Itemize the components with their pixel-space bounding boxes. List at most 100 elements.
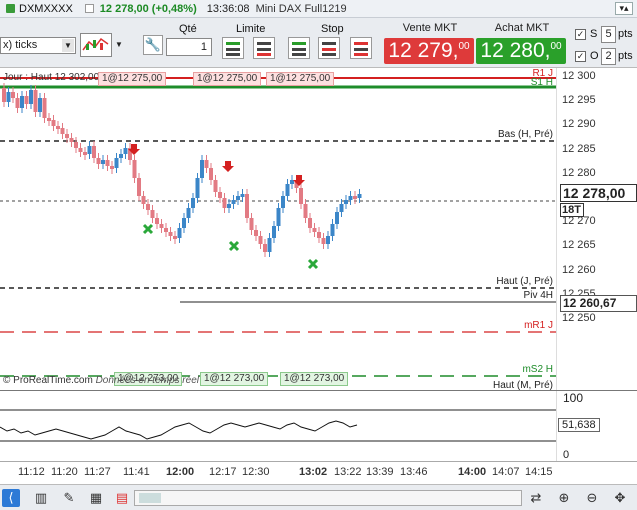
link-toggle[interactable] — [84, 4, 94, 13]
candle — [321, 238, 326, 244]
s-stepper[interactable]: 5 — [601, 26, 616, 43]
time-axis[interactable]: 11:12 11:20 11:27 11:41 12:00 12:17 12:3… — [0, 461, 637, 481]
scrollbar-thumb[interactable] — [139, 493, 161, 503]
candle — [69, 138, 74, 142]
wrench-icon[interactable]: 🔧 — [143, 35, 163, 55]
candle — [272, 226, 276, 238]
window-size-button[interactable]: ▾▴ — [615, 2, 633, 15]
sell-market-label: Vente MKT — [402, 22, 458, 34]
buy-cross — [307, 258, 319, 270]
tick-count-box: 18T — [560, 203, 584, 217]
order-tag-top-2[interactable]: 1@12 275,00 — [193, 72, 262, 86]
candle — [209, 168, 213, 180]
candle — [137, 178, 141, 196]
status-bar: ⟨ ▥ ✎ ▦ ▤ ⇄ ⊕ ⊖ ✥ — [0, 484, 637, 510]
toolbar: x) ticks ▼ ▼ 🔧 Qté 1 Limite Stop Vente M… — [0, 18, 637, 68]
candle — [164, 228, 168, 232]
stop-sell-button[interactable] — [318, 37, 340, 59]
chart-type-icon[interactable] — [80, 33, 112, 57]
oscillator-panel[interactable] — [0, 390, 556, 461]
drawing-icon[interactable]: ✎ — [60, 489, 78, 507]
o-stepper[interactable]: 2 — [601, 48, 616, 65]
title-bar: DXMXXXX 12 278,00 (+0,48%) 13:36:08 Mini… — [0, 0, 637, 18]
candle — [344, 200, 348, 204]
share-icon[interactable]: ⟨ — [2, 489, 20, 507]
x-tick: 11:41 — [123, 466, 150, 478]
candle — [308, 218, 312, 228]
candle — [146, 204, 150, 210]
chart-scrollbar[interactable] — [134, 490, 522, 506]
candle — [38, 98, 42, 112]
object-icon[interactable]: ▦ — [87, 489, 105, 507]
candle — [267, 238, 272, 252]
zoom-out-icon[interactable]: ⊖ — [583, 489, 601, 507]
stop-label: Stop — [321, 23, 344, 35]
alert-icon[interactable]: ▤ — [113, 489, 131, 507]
chevron-down-icon[interactable]: ▼ — [62, 39, 74, 52]
buy-market-button[interactable]: 12 280,00 — [476, 38, 566, 64]
o-checkbox[interactable]: ✓ — [575, 51, 586, 62]
oscillator-axis: 100 51,638 0 — [556, 390, 637, 461]
chevron-down-icon[interactable]: ▼ — [115, 40, 123, 49]
candle — [56, 126, 60, 129]
osc-value-box: 51,638 — [558, 418, 600, 432]
buy-signal-markers — [142, 223, 319, 270]
ms2-label: mS2 H — [522, 364, 553, 375]
x-tick: 12:00 — [166, 466, 195, 478]
x-tick: 13:02 — [299, 466, 328, 478]
symbol-label[interactable]: DXMXXXX — [19, 3, 73, 15]
sell-market-button[interactable]: 12 279,00 — [384, 38, 474, 64]
buy-market-label: Achat MKT — [494, 22, 550, 34]
candle — [87, 146, 92, 154]
candle — [24, 96, 29, 104]
candle — [51, 120, 56, 126]
candle — [285, 184, 290, 196]
candle — [258, 236, 263, 244]
order-tag-top-1[interactable]: 1@12 275,00 — [98, 72, 167, 86]
x-tick: 12:17 — [209, 466, 237, 478]
candle — [2, 88, 6, 102]
order-tag-bottom-3[interactable]: 1@12 273,00 — [280, 372, 349, 386]
s-checkbox[interactable]: ✓ — [575, 29, 586, 40]
order-tag-top-3[interactable]: 1@12 275,00 — [266, 72, 335, 86]
limit-buy-button[interactable] — [222, 37, 244, 59]
buy-price: 12 280, — [480, 39, 551, 62]
zoom-in-icon[interactable]: ⊕ — [555, 489, 573, 507]
qty-input[interactable]: 1 — [166, 38, 212, 56]
candle — [222, 198, 227, 208]
candle — [281, 196, 285, 208]
candle — [114, 158, 119, 168]
indicators-icon[interactable]: ▥ — [32, 489, 50, 507]
x-tick: 12:30 — [242, 466, 270, 478]
x-tick: 13:46 — [400, 466, 428, 478]
stop-cancel-button[interactable] — [350, 37, 372, 59]
piv-label: Piv 4H — [523, 290, 553, 301]
candle — [200, 160, 204, 178]
candle — [339, 204, 344, 212]
pivot-price-box: 12 260,67 — [560, 295, 637, 312]
stop-buy-button[interactable] — [288, 37, 310, 59]
candle — [245, 194, 249, 218]
o-pts-label: pts — [618, 50, 633, 62]
order-tag-bottom-2[interactable]: 1@12 273,00 — [200, 372, 269, 386]
candle — [42, 98, 47, 118]
candle — [65, 134, 69, 138]
limit-sell-button[interactable] — [253, 37, 275, 59]
candle — [191, 198, 195, 208]
sell-arrow — [222, 161, 234, 172]
x-tick: 14:07 — [492, 466, 520, 478]
buy-cross — [142, 223, 154, 235]
candle — [78, 148, 83, 152]
candle — [15, 98, 20, 108]
sync-icon[interactable]: ⇄ — [527, 489, 545, 507]
candle — [204, 160, 209, 168]
sell-price: 12 279, — [388, 39, 459, 62]
candle — [353, 196, 357, 199]
candle — [254, 230, 258, 236]
y-tick: 12 285 — [562, 142, 596, 155]
candle — [240, 194, 245, 197]
buy-price-decimals: 00 — [550, 41, 562, 52]
price-chart[interactable]: Jour : Haut 12 302,00 Bas 12 207,00 1@12… — [0, 68, 637, 391]
timeframe-select[interactable]: x) ticks ▼ — [0, 37, 76, 54]
pan-icon[interactable]: ✥ — [611, 489, 629, 507]
